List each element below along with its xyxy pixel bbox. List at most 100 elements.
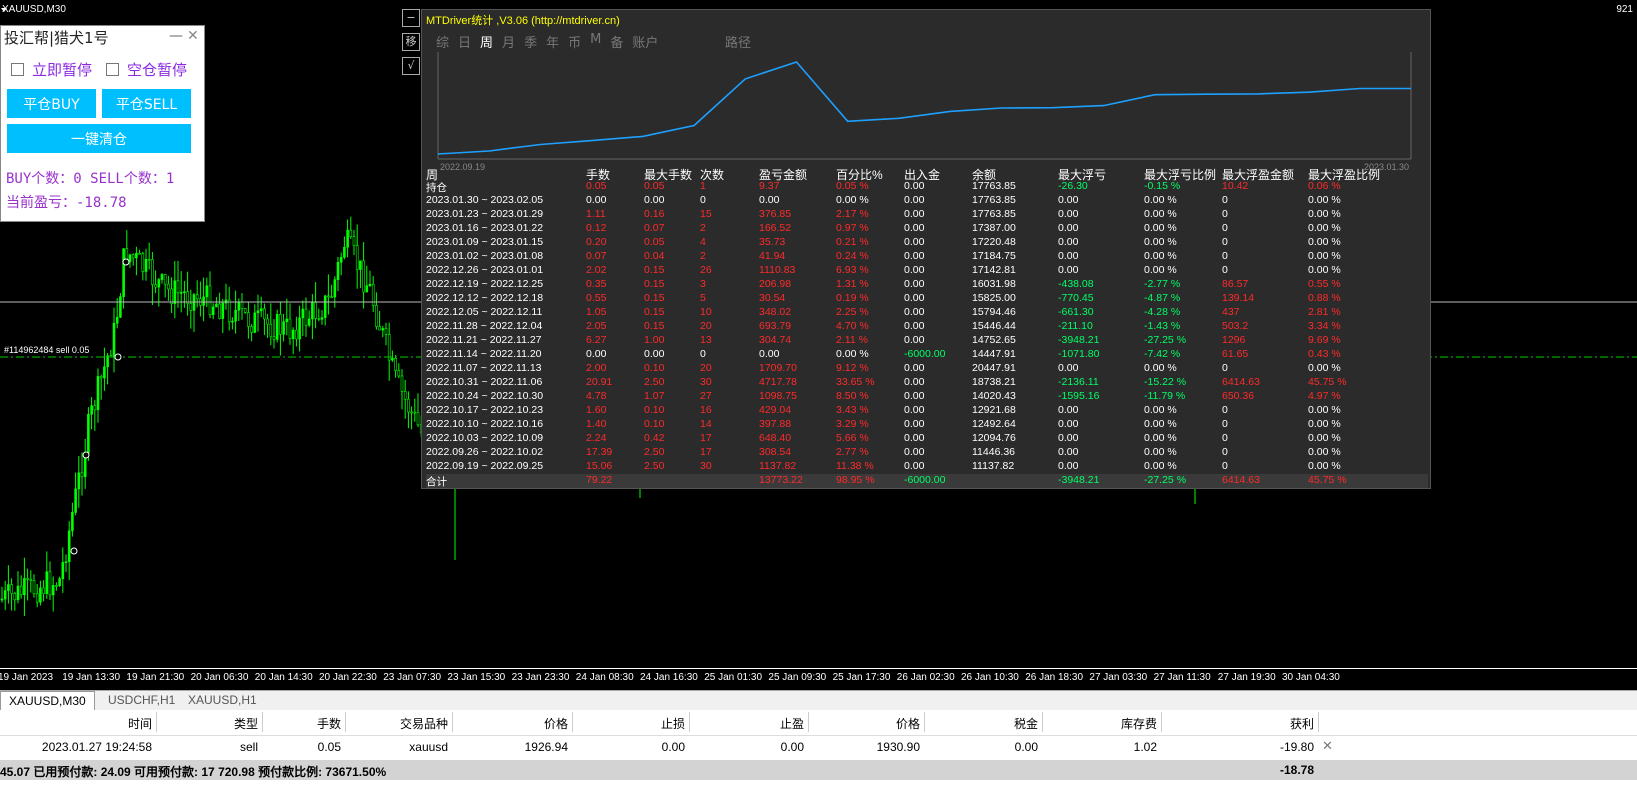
table-row[interactable]: 2022.12.12 ~ 2022.12.18 0.55 0.15 5 30.54 0.1… xyxy=(426,292,1428,306)
candle-body xyxy=(362,260,365,293)
table-cell: 0.05 xyxy=(644,236,665,248)
minimize-icon[interactable]: — xyxy=(169,28,183,44)
column-separator xyxy=(1318,712,1319,732)
terminal-column-header[interactable]: 止盈 xyxy=(684,715,804,732)
candle-body xyxy=(109,355,113,358)
table-row[interactable]: 2022.12.26 ~ 2023.01.01 2.02 0.15 26 1110.83… xyxy=(426,264,1428,278)
table-row[interactable]: 2022.10.03 ~ 2022.10.09 2.24 0.42 17 648.40 5… xyxy=(426,432,1428,446)
candle-body xyxy=(269,323,273,338)
close-icon[interactable]: ✕ xyxy=(187,28,199,44)
table-row[interactable]: 2022.11.07 ~ 2022.11.13 2.00 0.10 20 1709.70… xyxy=(426,362,1428,376)
table-cell: 4.78 xyxy=(586,390,607,402)
stats-tab[interactable]: M xyxy=(590,32,601,51)
chart-tab[interactable]: XAUUSD,M30 xyxy=(0,691,95,711)
table-row[interactable]: 2023.01.09 ~ 2023.01.15 0.20 0.05 4 35.73 0.2… xyxy=(426,236,1428,250)
close-buy-button[interactable]: 平仓BUY xyxy=(7,89,96,118)
table-cell: 0.00 xyxy=(904,334,925,346)
chart-tab[interactable]: XAUUSD,H1 xyxy=(180,691,265,710)
flat-pause-checkbox[interactable]: 空仓暂停 xyxy=(106,59,187,80)
table-row[interactable]: 2022.10.17 ~ 2022.10.23 1.60 0.10 16 429.04 3… xyxy=(426,404,1428,418)
close-order-icon[interactable]: ✕ xyxy=(1322,739,1333,754)
collapse-icon[interactable]: − xyxy=(402,9,420,27)
table-cell: 0.00 % xyxy=(1144,194,1177,206)
terminal-column-header[interactable]: 库存费 xyxy=(1037,715,1157,732)
terminal-column-header[interactable]: 价格 xyxy=(448,715,568,732)
candle-body xyxy=(74,488,77,513)
stats-tab[interactable]: 周 xyxy=(480,32,493,51)
table-row[interactable]: 2023.01.30 ~ 2023.02.05 0.00 0.00 0 0.00 0.00… xyxy=(426,194,1428,208)
table-cell: 0.00 xyxy=(759,194,780,206)
stats-tab[interactable]: 月 xyxy=(502,32,515,51)
table-cell: 0 xyxy=(1222,236,1228,248)
close-sell-button[interactable]: 平仓SELL xyxy=(102,89,191,118)
table-cell: 2023.01.09 ~ 2023.01.15 xyxy=(426,236,544,248)
table-cell: 0.06 % xyxy=(1308,180,1341,192)
stats-tab[interactable]: 年 xyxy=(546,32,559,51)
candle-body xyxy=(231,320,234,323)
terminal-column-header[interactable]: 交易品种 xyxy=(328,715,448,732)
table-cell: 0.00 % xyxy=(836,348,869,360)
table-cell: 1296 xyxy=(1222,334,1246,346)
table-cell: 20 xyxy=(700,362,712,374)
table-cell: 0.00 % xyxy=(1144,404,1177,416)
terminal-column-header[interactable]: 手数 xyxy=(221,715,341,732)
table-row[interactable]: 2023.01.16 ~ 2023.01.22 0.12 0.07 2 166.52 0.… xyxy=(426,222,1428,236)
table-cell: 2.50 xyxy=(644,460,665,472)
chart-tab[interactable]: USDCHF,H1 xyxy=(100,691,183,710)
table-row[interactable]: 2022.12.05 ~ 2022.12.11 1.05 0.15 10 348.02 2… xyxy=(426,306,1428,320)
stats-tab[interactable]: 季 xyxy=(524,32,537,51)
table-cell: 0.10 xyxy=(644,404,665,416)
checkbox-icon[interactable] xyxy=(106,63,119,76)
table-row[interactable]: 2022.11.14 ~ 2022.11.20 0.00 0.00 0 0.00 0.00… xyxy=(426,348,1428,362)
time-axis-label: 19 Jan 13:30 xyxy=(62,672,121,683)
table-cell: 2022.09.26 ~ 2022.10.02 xyxy=(426,446,544,458)
table-row[interactable]: 2023.01.02 ~ 2023.01.08 0.07 0.04 2 41.94 0.2… xyxy=(426,250,1428,264)
candle-body xyxy=(10,584,13,594)
terminal-column-header[interactable]: 止损 xyxy=(565,715,685,732)
table-row[interactable]: 合计 79.22 13773.22 98.95 % -6000.00 -3948.21 -2… xyxy=(426,474,1428,488)
table-cell: 2022.10.10 ~ 2022.10.16 xyxy=(426,418,544,430)
table-cell: 0.00 xyxy=(904,278,925,290)
table-cell: -11.79 % xyxy=(1144,390,1186,402)
table-row[interactable]: 持仓 0.05 0.05 1 9.37 0.05 % 0.00 17763.85 -26.30 -… xyxy=(426,180,1428,194)
table-cell: 2.25 % xyxy=(836,306,869,318)
table-cell: 2 xyxy=(700,250,706,262)
candle-body xyxy=(259,308,263,312)
candle-body xyxy=(317,318,321,320)
table-row[interactable]: 2022.10.10 ~ 2022.10.16 1.40 0.10 14 397.88 3… xyxy=(426,418,1428,432)
table-cell: 0 xyxy=(1222,250,1228,262)
table-row[interactable]: 2022.12.19 ~ 2022.12.25 0.35 0.15 3 206.98 1.… xyxy=(426,278,1428,292)
candle-body xyxy=(343,246,346,258)
path-label[interactable]: 路径 xyxy=(725,32,751,51)
stats-tab[interactable]: 综 xyxy=(436,32,449,51)
table-row[interactable]: 2023.01.23 ~ 2023.01.29 1.11 0.16 15 376.85 2… xyxy=(426,208,1428,222)
terminal-column-header[interactable]: 价格 xyxy=(800,715,920,732)
table-cell: 0.55 xyxy=(586,292,607,304)
table-row[interactable]: 2022.11.28 ~ 2022.12.04 2.05 0.15 20 693.79 4… xyxy=(426,320,1428,334)
terminal-column-header[interactable]: 时间 xyxy=(32,715,152,732)
table-row[interactable]: 2022.11.21 ~ 2022.11.27 6.27 1.00 13 304.74 2… xyxy=(426,334,1428,348)
time-axis-label: 27 Jan 19:30 xyxy=(1217,672,1276,683)
table-cell: 2022.11.28 ~ 2022.12.04 xyxy=(426,320,543,332)
table-row[interactable]: 2022.09.19 ~ 2022.09.25 15.06 2.50 30 1137.8… xyxy=(426,460,1428,474)
pause-now-checkbox[interactable]: 立即暂停 xyxy=(11,59,92,80)
terminal-panel: 时间 类型 手数 交易品种 价格 止损 止盈 价格 税金 库存费 获利 2023.01.27 19:… xyxy=(0,710,1637,797)
account-summary-text: 45.07 已用预付款: 24.09 可用预付款: 17 720.98 预付款比… xyxy=(0,765,387,779)
stats-tab[interactable]: 币 xyxy=(568,32,581,51)
table-cell: 0.00 % xyxy=(836,194,869,206)
move-icon[interactable]: 移 xyxy=(402,33,420,51)
checkbox-icon[interactable] xyxy=(11,63,24,76)
stats-tab[interactable]: 备 xyxy=(610,32,623,51)
stats-tab[interactable]: 账户 xyxy=(632,32,658,51)
table-cell: 2.00 xyxy=(586,362,607,374)
table-cell: 15 xyxy=(700,208,712,220)
check-icon[interactable]: √ xyxy=(402,57,420,75)
close-all-button[interactable]: 一键清仓 xyxy=(7,124,191,153)
stats-tab[interactable]: 日 xyxy=(458,32,471,51)
terminal-column-header[interactable]: 税金 xyxy=(918,715,1038,732)
table-cell: 0.00 % xyxy=(1144,222,1177,234)
table-row[interactable]: 2022.10.24 ~ 2022.10.30 4.78 1.07 27 1098.75… xyxy=(426,390,1428,404)
table-row[interactable]: 2022.09.26 ~ 2022.10.02 17.39 2.50 17 308.54… xyxy=(426,446,1428,460)
terminal-column-header[interactable]: 获利 xyxy=(1194,715,1314,732)
table-row[interactable]: 2022.10.31 ~ 2022.11.06 20.91 2.50 30 4717.7… xyxy=(426,376,1428,390)
